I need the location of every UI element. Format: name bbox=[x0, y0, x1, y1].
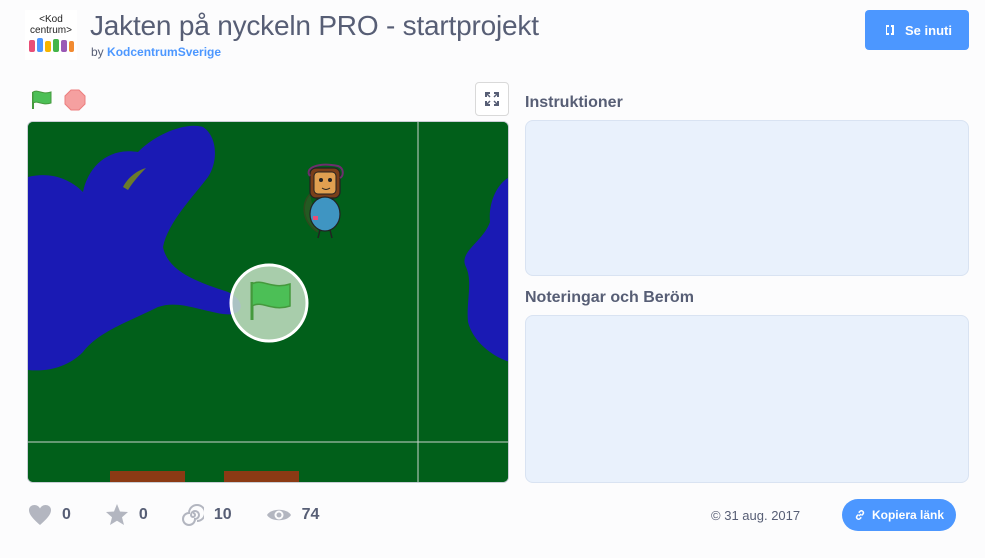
favorite-count: 0 bbox=[138, 505, 148, 523]
see-inside-button[interactable]: Se inuti bbox=[865, 10, 969, 50]
author-logo[interactable]: <Kod centrum> bbox=[25, 10, 77, 60]
link-icon bbox=[855, 510, 865, 520]
project-title: Jakten på nyckeln PRO - startprojekt bbox=[90, 10, 539, 41]
remix-icon bbox=[886, 25, 895, 35]
project-stage[interactable] bbox=[27, 121, 509, 483]
logo-text-top: <Kod bbox=[39, 14, 63, 25]
remix-count: 10 bbox=[213, 505, 232, 523]
fullscreen-icon bbox=[485, 92, 499, 106]
copy-link-label: Kopiera länk bbox=[871, 508, 945, 522]
date-text: 31 aug. 2017 bbox=[724, 508, 801, 523]
instructions-panel[interactable] bbox=[525, 120, 969, 276]
instructions-label: Instruktioner bbox=[525, 94, 623, 111]
project-stats: 0 0 10 74 bbox=[28, 503, 353, 526]
heart-icon bbox=[29, 504, 51, 525]
notes-panel[interactable] bbox=[525, 315, 969, 483]
views-stat: 74 bbox=[266, 505, 320, 524]
love-stat[interactable]: 0 bbox=[28, 504, 71, 526]
start-overlay-button[interactable] bbox=[229, 263, 309, 343]
love-count: 0 bbox=[62, 505, 71, 523]
green-flag-icon bbox=[32, 90, 52, 109]
stop-button[interactable] bbox=[63, 88, 87, 112]
remix-stat[interactable]: 10 bbox=[181, 503, 232, 526]
by-label: by bbox=[91, 45, 104, 59]
author-link[interactable]: KodcentrumSverige bbox=[107, 45, 221, 59]
notes-label: Noteringar och Beröm bbox=[525, 289, 694, 306]
green-flag-button[interactable] bbox=[30, 88, 54, 112]
see-inside-label: Se inuti bbox=[905, 22, 952, 38]
byline: by KodcentrumSverige bbox=[91, 45, 221, 59]
views-count: 74 bbox=[301, 505, 320, 523]
logo-text-bottom: centrum> bbox=[30, 25, 72, 36]
eye-icon bbox=[266, 509, 291, 520]
remix-spiral-icon bbox=[181, 503, 204, 526]
copy-link-button[interactable]: Kopiera länk bbox=[842, 499, 956, 531]
stage-wall-right bbox=[224, 471, 299, 482]
stop-icon bbox=[64, 89, 86, 111]
project-date: © 31 aug. 2017 bbox=[711, 508, 800, 523]
star-icon bbox=[105, 504, 128, 525]
fullscreen-button[interactable] bbox=[475, 82, 509, 116]
favorite-stat[interactable]: 0 bbox=[105, 503, 148, 526]
copyright-icon: © bbox=[711, 508, 721, 523]
stage-wall-left bbox=[110, 471, 185, 482]
